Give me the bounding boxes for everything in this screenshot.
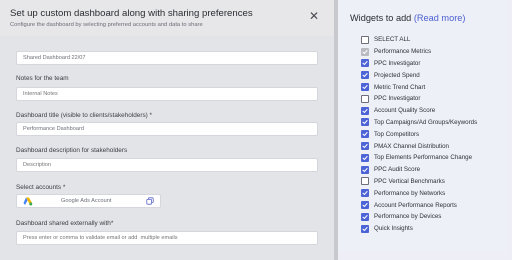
widget-item[interactable]: PPC Audit Score <box>361 164 477 176</box>
widget-item[interactable]: PPC Investigator <box>361 58 477 70</box>
description-label: Dashboard description for stakeholders <box>16 147 128 154</box>
copy-icon[interactable] <box>146 197 154 205</box>
dialog-title: Set up custom dashboard along with shari… <box>10 8 253 19</box>
widget-item[interactable]: Account Quality Score <box>361 105 477 117</box>
widget-item-label: Account Quality Score <box>374 107 436 115</box>
dashboard-name-input[interactable] <box>16 51 318 65</box>
widget-item-label: PMAX Channel Distribution <box>374 142 449 150</box>
widget-item[interactable]: Account Performance Reports <box>361 199 477 211</box>
widget-item-label: Metric Trend Chart <box>374 83 426 91</box>
widget-item[interactable]: Top Competitors <box>361 128 477 140</box>
notes-input[interactable] <box>16 87 318 101</box>
checkbox-checked-icon[interactable] <box>361 142 369 151</box>
widget-item-label: PPC Vertical Benchmarks <box>374 177 445 185</box>
checkbox-checked-icon[interactable] <box>361 212 369 221</box>
widgets-heading: Widgets to add (Read more) <box>350 13 465 23</box>
widget-item-label: Performance by Devices <box>374 213 442 221</box>
checkbox-checked-icon[interactable] <box>361 201 369 210</box>
account-chip-label: Google Ads Account <box>61 198 112 204</box>
widget-item-label: Account Performance Reports <box>374 201 457 209</box>
google-ads-icon <box>23 197 33 206</box>
widget-item-label: Top Campaigns/Ad Groups/Keywords <box>374 118 478 126</box>
read-more-link[interactable]: (Read more) <box>414 13 466 23</box>
widgets-panel: Widgets to add (Read more) SELECT ALL Per… <box>338 0 512 260</box>
widget-item[interactable]: Quick Insights <box>361 223 477 235</box>
widget-item-label: Projected Spend <box>374 71 420 79</box>
dialog-body: Notes for the team Dashboard title (visi… <box>0 36 334 260</box>
widget-item-label: Top Competitors <box>374 130 420 138</box>
checkbox-unchecked-icon[interactable] <box>361 94 369 103</box>
widget-item[interactable]: Performance by Networks <box>361 187 477 199</box>
checkbox-checked-icon[interactable] <box>361 153 369 162</box>
dashboard-title-label: Dashboard title (visible to clients/stak… <box>16 112 153 119</box>
widget-item-label: PPC Investigator <box>374 59 421 67</box>
dashboard-title-input[interactable] <box>16 122 318 136</box>
widget-item[interactable]: PPC Vertical Benchmarks <box>361 176 477 188</box>
checkbox-unchecked-icon[interactable] <box>361 177 369 186</box>
shared-with-label: Dashboard shared externally with* <box>16 220 114 227</box>
checkbox-checked-icon[interactable] <box>361 189 369 198</box>
widget-item[interactable]: SELECT ALL <box>361 34 477 46</box>
widget-item[interactable]: Metric Trend Chart <box>361 81 477 93</box>
checkbox-checked-icon[interactable] <box>361 118 369 127</box>
widget-item-label: SELECT ALL <box>374 36 411 44</box>
widget-item[interactable]: Top Elements Performance Change <box>361 152 477 164</box>
checkbox-checked-icon[interactable] <box>361 130 369 139</box>
widget-item[interactable]: Projected Spend <box>361 69 477 81</box>
checkbox-checked-icon[interactable] <box>361 47 369 56</box>
google-ads-account-chip[interactable]: Google Ads Account <box>16 194 161 208</box>
widget-item-label: Performance Metrics <box>374 48 432 56</box>
widgets-card: Widgets to add (Read more) SELECT ALL Per… <box>338 0 508 252</box>
checkbox-checked-icon[interactable] <box>361 165 369 174</box>
widget-item-label: Performance by Networks <box>374 189 446 197</box>
checkbox-unchecked-icon[interactable] <box>361 35 369 44</box>
widget-item[interactable]: PMAX Channel Distribution <box>361 140 477 152</box>
widget-item[interactable]: Performance Metrics <box>361 46 477 58</box>
widget-checkbox-list: SELECT ALL Performance Metrics PPC Investi… <box>361 34 477 235</box>
dashboard-setup-dialog: Set up custom dashboard along with shari… <box>0 0 334 260</box>
checkbox-checked-icon[interactable] <box>361 83 369 92</box>
widgets-heading-text: Widgets to add <box>350 13 412 23</box>
widget-item-label: Top Elements Performance Change <box>374 154 473 162</box>
widget-item-label: Quick Insights <box>374 225 413 233</box>
checkbox-checked-icon[interactable] <box>361 71 369 80</box>
widget-item[interactable]: Performance by Devices <box>361 211 477 223</box>
checkbox-checked-icon[interactable] <box>361 59 369 68</box>
widget-item-label: PPC Audit Score <box>374 166 421 174</box>
shared-with-email-input[interactable] <box>16 231 318 245</box>
select-accounts-label: Select accounts * <box>16 184 66 191</box>
widget-item[interactable]: Top Campaigns/Ad Groups/Keywords <box>361 117 477 129</box>
widget-item[interactable]: PPC Investigator <box>361 93 477 105</box>
description-input[interactable] <box>16 158 318 172</box>
dialog-header: Set up custom dashboard along with shari… <box>0 0 334 36</box>
checkbox-checked-icon[interactable] <box>361 224 369 233</box>
checkbox-checked-icon[interactable] <box>361 106 369 115</box>
widget-item-label: PPC Investigator <box>374 95 421 103</box>
notes-label: Notes for the team <box>16 75 69 82</box>
dialog-subtitle: Configure the dashboard by selecting pre… <box>10 22 203 28</box>
close-icon[interactable]: ✕ <box>308 10 320 22</box>
